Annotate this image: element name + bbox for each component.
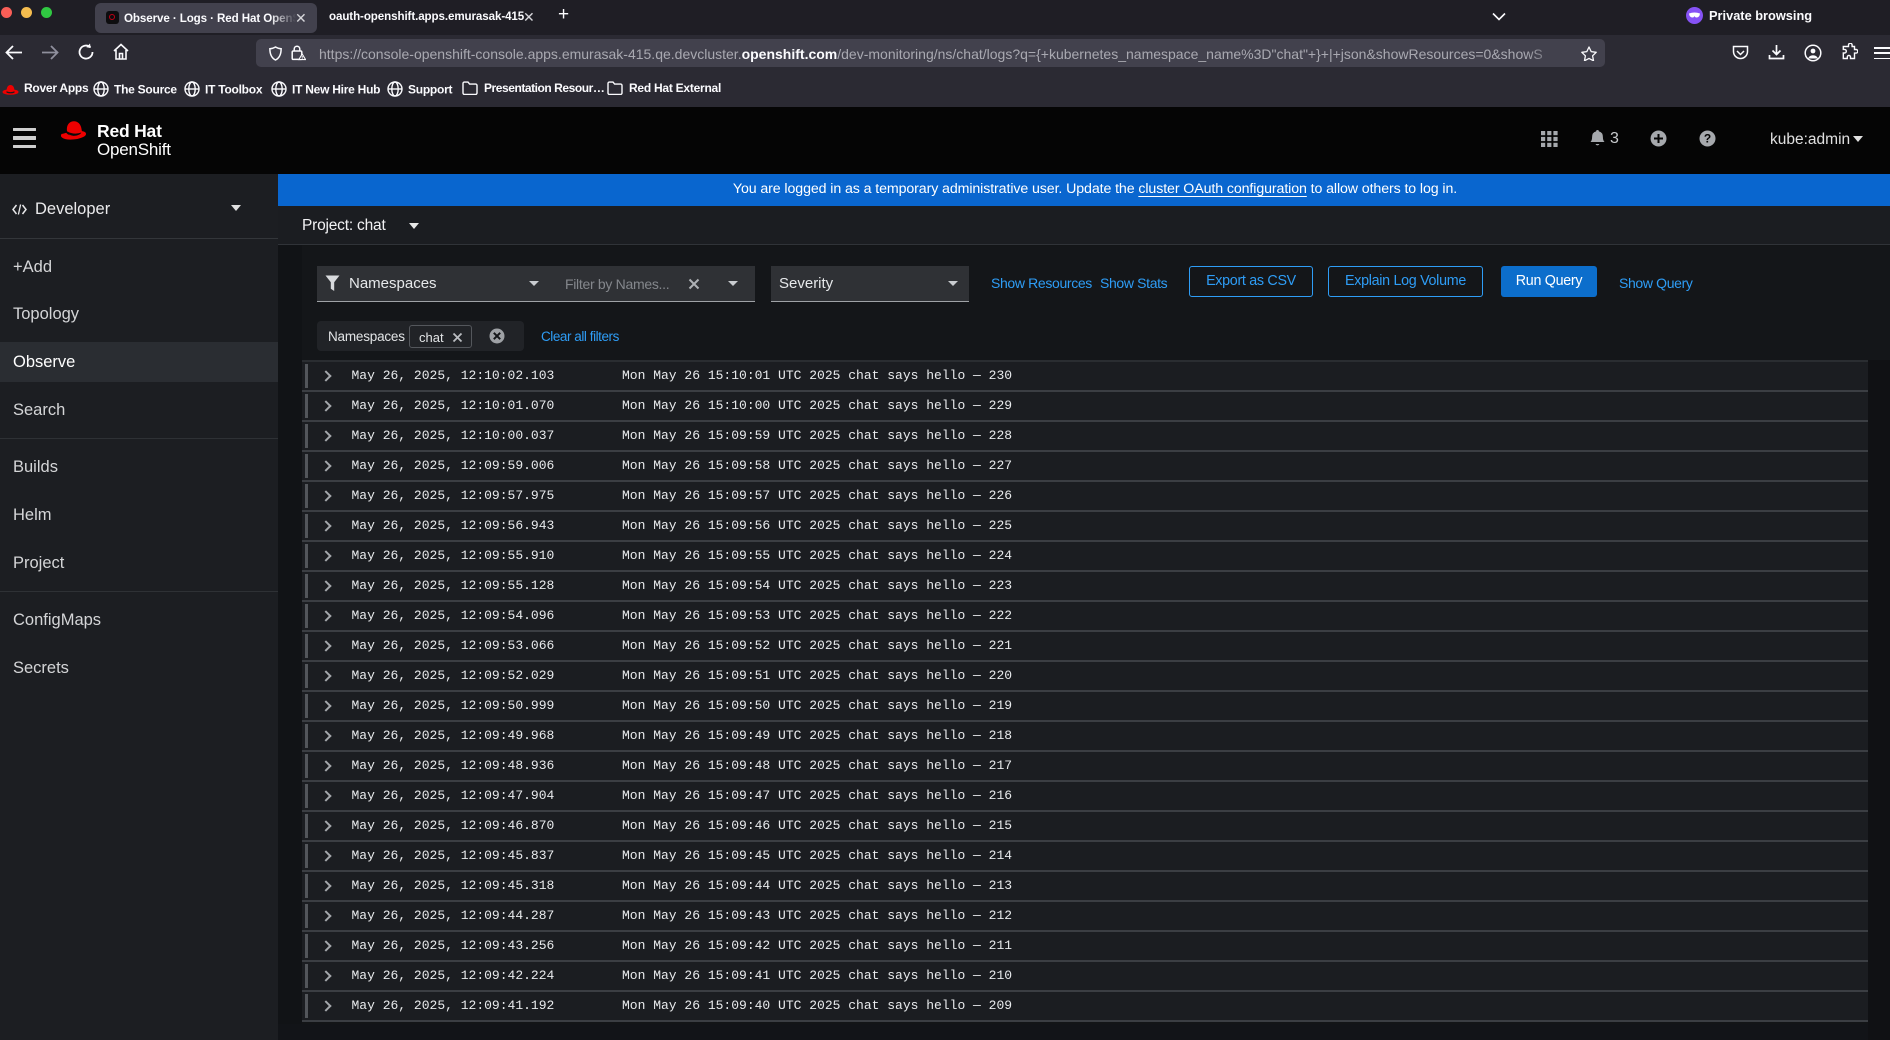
svg-text:?: ? — [1704, 132, 1711, 146]
